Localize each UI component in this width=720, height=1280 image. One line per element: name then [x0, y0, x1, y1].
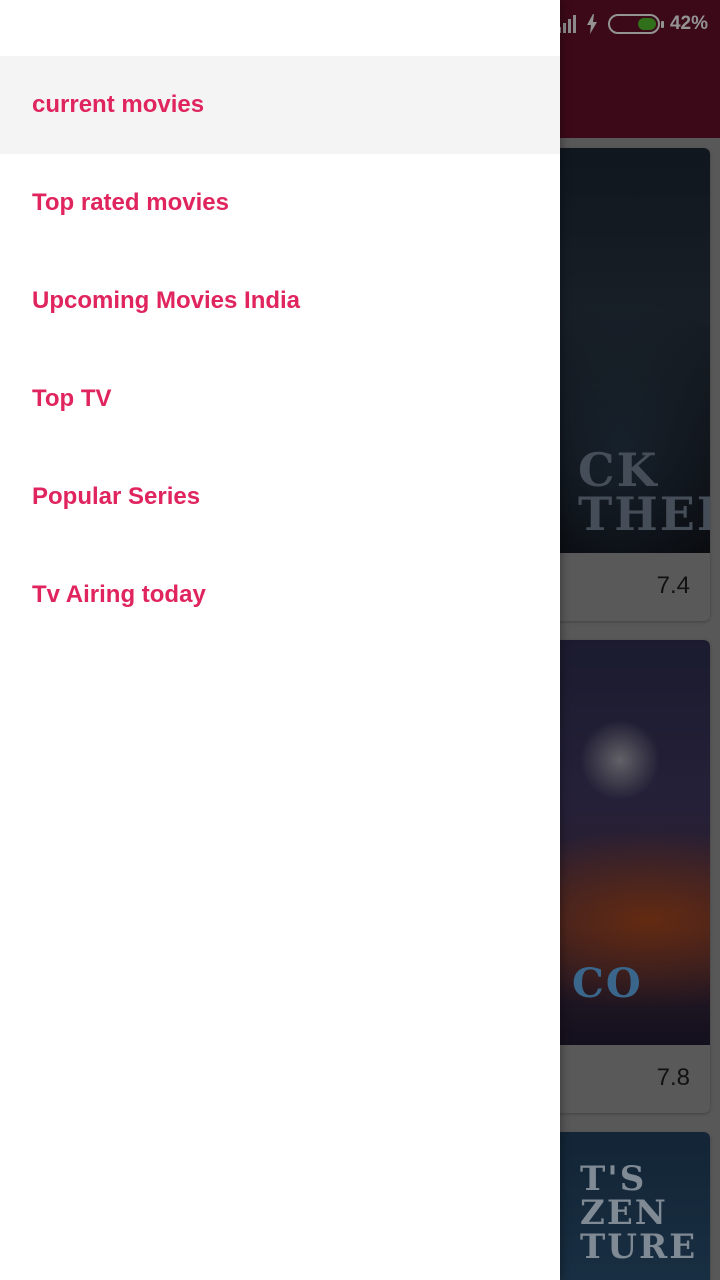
drawer-item-upcoming-movies-india[interactable]: Upcoming Movies India — [0, 252, 560, 350]
drawer-header — [0, 0, 560, 56]
drawer-item-current-movies[interactable]: current movies — [0, 56, 560, 154]
navigation-drawer: current movies Top rated movies Upcoming… — [0, 0, 560, 1280]
drawer-item-top-tv[interactable]: Top TV — [0, 350, 560, 448]
drawer-item-popular-series[interactable]: Popular Series — [0, 448, 560, 546]
drawer-item-tv-airing-today[interactable]: Tv Airing today — [0, 546, 560, 644]
drawer-item-top-rated-movies[interactable]: Top rated movies — [0, 154, 560, 252]
